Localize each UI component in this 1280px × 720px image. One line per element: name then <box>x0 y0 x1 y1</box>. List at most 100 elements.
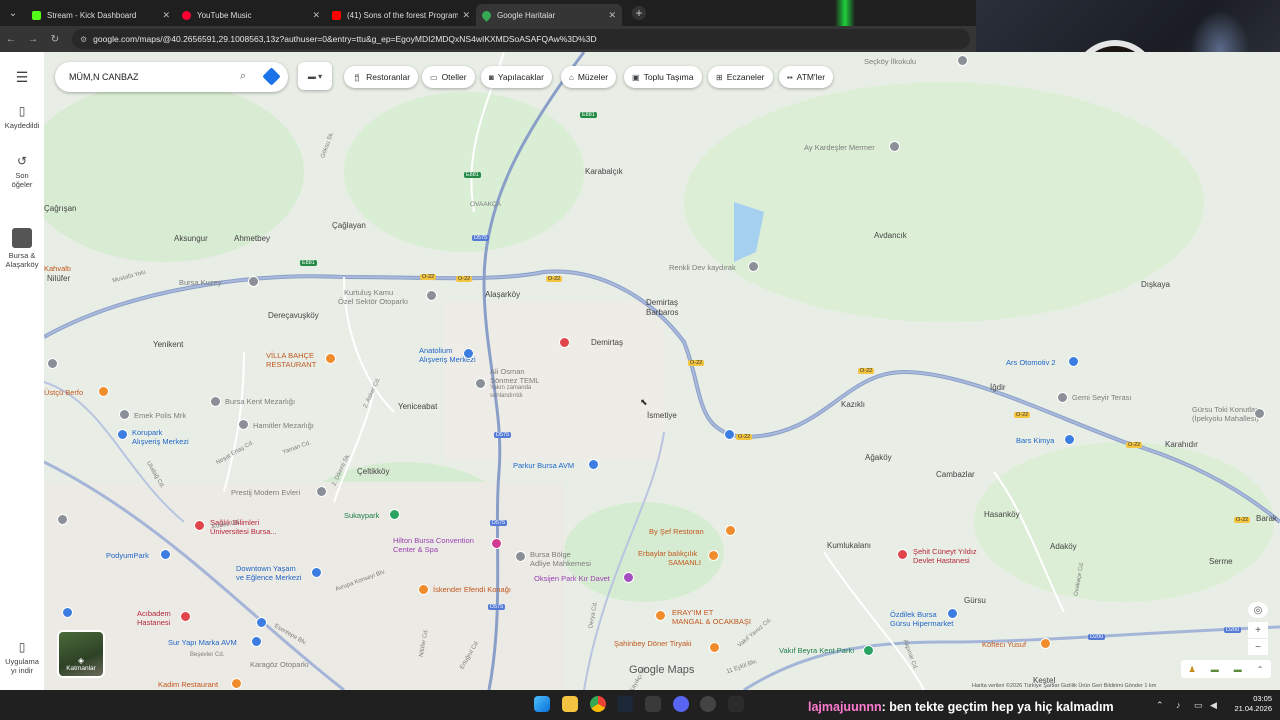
hospital-pin[interactable] <box>897 549 908 560</box>
map-label[interactable]: Aksungur <box>174 234 208 243</box>
file-explorer-icon[interactable] <box>562 696 578 712</box>
map-label[interactable]: Seçköy İlkokulu <box>864 57 916 66</box>
close-icon[interactable]: ✕ <box>312 10 320 21</box>
network-icon[interactable]: ▭ <box>1194 700 1203 711</box>
venue-pin[interactable] <box>623 572 634 583</box>
map-label[interactable]: Bursa Kent Mezarlığı <box>225 397 295 406</box>
poi-pin[interactable] <box>957 55 968 66</box>
park-pin[interactable] <box>389 509 400 520</box>
map-label[interactable]: Devlet Hastanesi <box>913 556 970 565</box>
tab-youtube[interactable]: (41) Sons of the forest Program ✕ <box>326 4 476 26</box>
steam-active-icon[interactable] <box>645 696 661 712</box>
map-label[interactable]: Çağlayan <box>332 221 366 230</box>
map-label[interactable]: Downtown Yaşam <box>236 564 296 573</box>
shopping-pin[interactable] <box>947 608 958 619</box>
map-label[interactable]: PodyumPark <box>106 551 149 560</box>
map-label[interactable]: Hastanesi <box>137 618 170 627</box>
map-label[interactable]: Serme <box>1209 557 1233 566</box>
map-label[interactable]: Bursa Bölge <box>530 550 571 559</box>
restaurant-pin[interactable] <box>98 386 109 397</box>
restaurant-pin[interactable] <box>325 353 336 364</box>
map-quick-layers[interactable]: ♟ ▬ ▬ ⌃ <box>1181 660 1271 678</box>
poi-pin[interactable] <box>748 261 759 272</box>
poi-pin[interactable] <box>316 486 327 497</box>
map-label[interactable]: Ağaköy <box>865 453 892 462</box>
windows-start-icon[interactable] <box>534 696 550 712</box>
map-label[interactable]: ERAY'IM ET <box>672 608 713 617</box>
shopping-pin[interactable] <box>463 348 474 359</box>
map-label[interactable]: Karabalçık <box>585 167 623 176</box>
map-label[interactable]: Alışveriş Merkezi <box>132 437 189 446</box>
map-label[interactable]: Vakıf Beyra Kent Parkı <box>779 646 854 655</box>
map-label[interactable]: Kadim Restaurant <box>158 680 218 689</box>
menu-icon[interactable]: ☰ <box>0 69 44 86</box>
saved-button[interactable]: ▯ Kaydedildi <box>0 104 44 130</box>
map-label[interactable]: Özel Sektör Otoparkı <box>338 297 408 306</box>
chip-pharmacies[interactable]: ⊞ Eczaneler <box>708 66 773 88</box>
map-label[interactable]: Alaşarköy <box>485 290 520 299</box>
forward-icon[interactable]: → <box>22 34 44 45</box>
poi-pin[interactable] <box>426 290 437 301</box>
poi-pin[interactable] <box>238 419 249 430</box>
restaurant-pin[interactable] <box>1040 638 1051 649</box>
map-label[interactable]: ve Eğlence Merkezi <box>236 573 301 582</box>
map-label[interactable]: Köftecı Yusuf <box>982 640 1026 649</box>
poi-pin[interactable] <box>889 141 900 152</box>
satellite-thumb-icon[interactable]: ▬ <box>1234 665 1242 674</box>
map-label[interactable]: Adliye Mahkemesi <box>530 559 591 568</box>
map-label[interactable]: Üstçü Berfo <box>44 388 83 397</box>
shop-pin[interactable] <box>1068 356 1079 367</box>
poi-pin[interactable] <box>515 551 526 562</box>
shopping-pin[interactable] <box>117 429 128 440</box>
map-label[interactable]: İsmetiye <box>647 411 677 420</box>
directions-icon[interactable] <box>262 67 281 86</box>
shopping-pin[interactable] <box>311 567 322 578</box>
poi-pin[interactable] <box>210 396 221 407</box>
my-location-icon[interactable]: ◎ <box>1248 602 1268 618</box>
map-label[interactable]: Kumlukalanı <box>827 541 871 550</box>
map-label[interactable]: MANGAL & OCAKBAŞI <box>672 617 751 626</box>
poi-pin[interactable] <box>57 514 68 525</box>
volume-icon[interactable]: ◀ <box>1210 700 1217 711</box>
map-label[interactable]: Karagöz Otoparkı <box>250 660 309 669</box>
pegman-icon[interactable]: ♟ <box>1189 665 1196 674</box>
map-label[interactable]: Hamitler Mezarlığı <box>253 421 314 430</box>
hospital-pin[interactable] <box>559 337 570 348</box>
map-label[interactable]: Gürsu <box>964 596 986 605</box>
search-icon[interactable]: ⌕ <box>240 70 246 83</box>
map-label[interactable]: Adaköy <box>1050 542 1077 551</box>
map-label[interactable]: Ars Otomotiv 2 <box>1006 358 1056 367</box>
map-label[interactable]: Dışkaya <box>1141 280 1170 289</box>
map-label[interactable]: Avdancık <box>874 231 907 240</box>
map-label[interactable]: Şahinbey Döner Tiryaki <box>614 639 692 648</box>
map-label[interactable]: VİLLA BAHÇE <box>266 351 314 360</box>
map-label[interactable]: Sukaypark <box>344 511 379 520</box>
map-label[interactable]: Sur Yapı Marka AVM <box>168 638 237 647</box>
map-label[interactable]: Hilton Bursa Convention <box>393 536 474 545</box>
map-label[interactable]: Dereçavuşköy <box>268 311 319 320</box>
search-input[interactable]: MÜM,N CANBAZ ⌕ <box>55 62 288 92</box>
map-label[interactable]: Nilüfer <box>47 274 70 283</box>
close-icon[interactable]: ✕ <box>608 10 616 21</box>
tab-search-icon[interactable]: ⌄ <box>0 0 26 26</box>
restaurant-pin[interactable] <box>418 584 429 595</box>
poi-pin[interactable] <box>119 409 130 420</box>
map-label[interactable]: Ay Kardeşler Mermer <box>804 143 875 152</box>
chip-atms[interactable]: ▪▪ ATM'ler <box>779 66 834 88</box>
map-label[interactable]: SAMANLI <box>668 558 701 567</box>
map-label[interactable]: Yeniceabat <box>398 402 437 411</box>
tab-kick[interactable]: Stream - Kick Dashboard ✕ <box>26 4 176 26</box>
close-icon[interactable]: ✕ <box>462 10 470 21</box>
new-tab-icon[interactable]: + <box>632 6 646 20</box>
map-label[interactable]: RESTAURANT <box>266 360 316 369</box>
app-icon[interactable] <box>728 696 744 712</box>
recent-button[interactable]: ↺ Son öğeler <box>0 154 44 189</box>
park-pin[interactable] <box>863 645 874 656</box>
map-label[interactable]: Oksijen Park Kır Davet <box>534 574 610 583</box>
poi-pin[interactable] <box>1057 392 1068 403</box>
map-label[interactable]: Cambazlar <box>936 470 975 479</box>
restaurant-pin[interactable] <box>231 678 242 689</box>
address-bar[interactable]: ⚙ google.com/maps/@40.2656591,29.1008563… <box>72 29 970 49</box>
map-label[interactable]: Demirtaş <box>646 298 678 307</box>
map-label[interactable]: İskender Efendi Konağı <box>433 585 511 594</box>
